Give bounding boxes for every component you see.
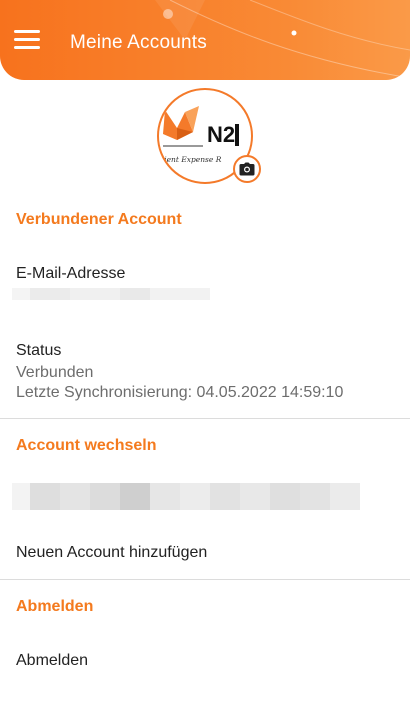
menu-icon[interactable] xyxy=(14,30,40,52)
account-avatar[interactable]: N2 cient Expense R xyxy=(157,88,261,184)
add-account-button[interactable]: Neuen Account hinzufügen xyxy=(16,544,207,562)
app-header: Meine Accounts xyxy=(0,0,410,80)
switch-account-heading: Account wechseln xyxy=(16,437,157,454)
page-title: Meine Accounts xyxy=(70,32,207,53)
status-value: Verbunden xyxy=(16,364,94,381)
logo-tagline: cient Expense R xyxy=(160,155,222,164)
logout-button[interactable]: Abmelden xyxy=(16,652,88,670)
last-sync-text: Letzte Synchronisierung: 04.05.2022 14:5… xyxy=(16,384,344,401)
divider xyxy=(0,418,410,419)
connected-account-heading: Verbundener Account xyxy=(16,211,182,228)
logout-heading: Abmelden xyxy=(16,598,94,615)
camera-icon[interactable] xyxy=(233,155,261,183)
status-label: Status xyxy=(16,342,62,359)
email-value-redacted xyxy=(12,288,210,300)
divider xyxy=(0,579,410,580)
email-label: E-Mail-Adresse xyxy=(16,265,126,282)
logo-text: N2 xyxy=(207,122,235,147)
other-account-item-redacted[interactable] xyxy=(12,483,360,510)
